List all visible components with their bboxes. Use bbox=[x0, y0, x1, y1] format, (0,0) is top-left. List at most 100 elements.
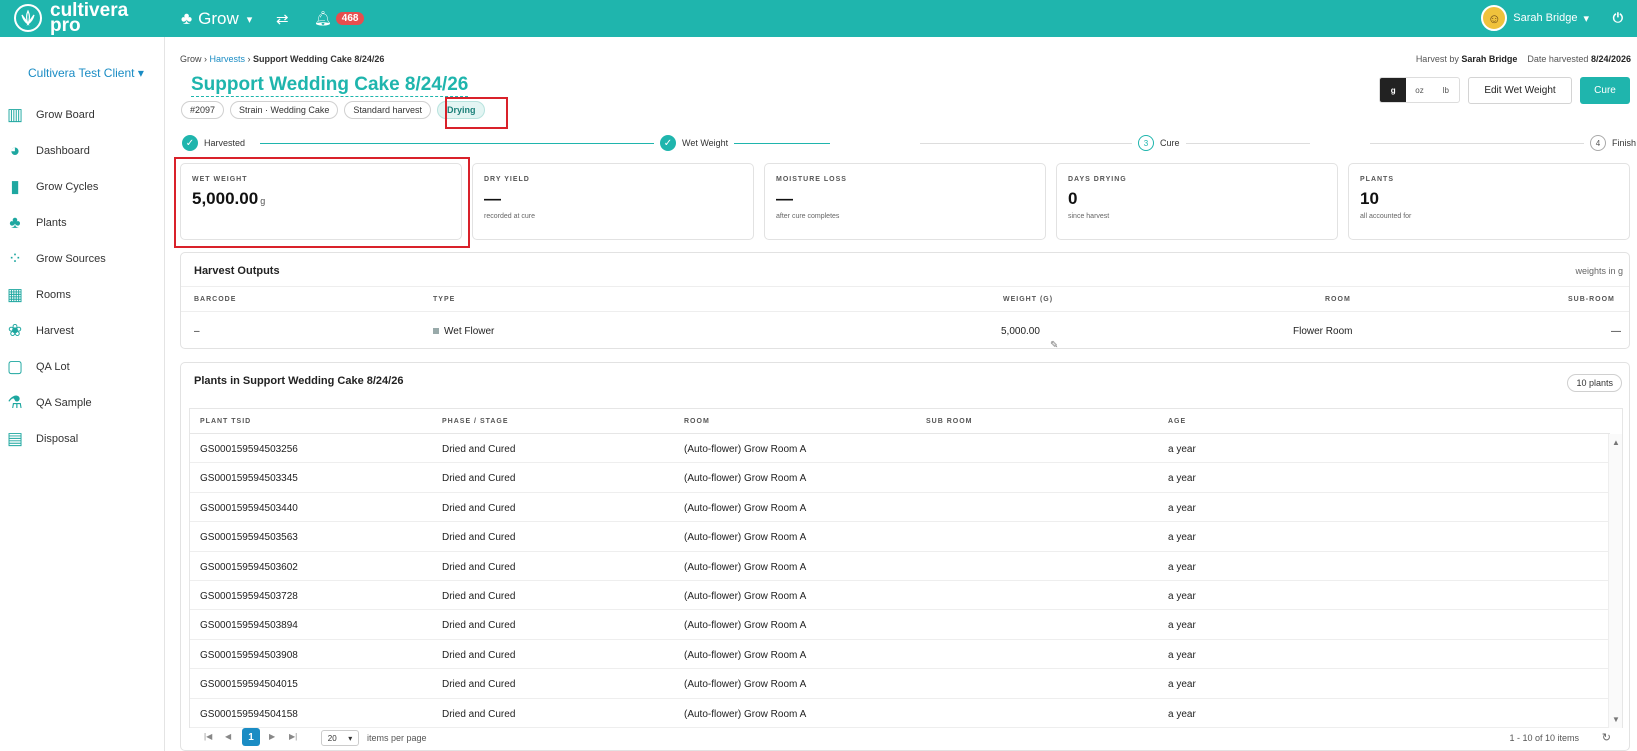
breadcrumb-harvests[interactable]: Harvests bbox=[210, 54, 246, 64]
harvest-id-tag: #2097 bbox=[181, 101, 225, 119]
cell-phase: Dried and Cured bbox=[442, 590, 516, 602]
table-row[interactable]: GS000159594503440 Dried and Cured (Auto-fl… bbox=[190, 493, 1610, 523]
bell-icon: 🔔︎ bbox=[314, 10, 332, 26]
unit-lb[interactable]: lb bbox=[1433, 78, 1459, 102]
table-row[interactable]: GS000159594503894 Dried and Cured (Auto-fl… bbox=[190, 610, 1610, 640]
user-menu[interactable]: ☺ Sarah Bridge ▾ bbox=[1481, 5, 1589, 31]
sidebar-item-label: Grow Board bbox=[36, 109, 95, 121]
cell-phase: Dried and Cured bbox=[442, 649, 516, 661]
step-connector bbox=[1370, 143, 1600, 144]
flask-icon: ⚗ bbox=[7, 393, 23, 412]
prev-page-icon[interactable]: ◀ bbox=[225, 732, 231, 741]
cell-tsid: GS000159594504015 bbox=[200, 679, 298, 691]
harvest-outputs-panel: Harvest Outputs weights in g BARCODE TYP… bbox=[180, 252, 1630, 351]
unit-oz[interactable]: oz bbox=[1406, 78, 1432, 102]
table-row[interactable]: GS000159594503563 Dried and Cured (Auto-fl… bbox=[190, 522, 1610, 552]
table-row[interactable]: GS000159594503602 Dried and Cured (Auto-fl… bbox=[190, 552, 1610, 581]
cell-age: a year bbox=[1168, 502, 1196, 514]
table-row[interactable]: GS000159594503728 Dried and Cured (Auto-fl… bbox=[190, 581, 1610, 611]
sidebar: Cultivera Test Client ▾ ▥ Grow Board ◕ Dash… bbox=[0, 37, 165, 751]
plants-card: PLANTS 10 all accounted for bbox=[1348, 163, 1630, 240]
cell-phase: Dried and Cured bbox=[442, 708, 516, 720]
cell-room: (Auto-flower) Grow Room A bbox=[684, 708, 807, 720]
cell-phase: Dried and Cured bbox=[442, 502, 516, 514]
grow-menu[interactable]: ♣ Grow ▾ bbox=[181, 9, 252, 29]
scroll-down-icon[interactable]: ▼ bbox=[1612, 715, 1620, 724]
sidebar-item-qa-sample[interactable]: ⚗ QA Sample bbox=[0, 385, 165, 421]
tag-list: #2097 Strain · Wedding Cake Standard har… bbox=[181, 101, 486, 119]
swap-icon[interactable]: ⇄ bbox=[276, 10, 289, 28]
table-row[interactable]: – Wet Flower 5,000.00 ✎ Flower Room — bbox=[181, 312, 1629, 351]
check-icon: ✓ bbox=[182, 135, 198, 151]
breadcrumb-grow[interactable]: Grow bbox=[180, 54, 202, 64]
notification-count: 468 bbox=[335, 12, 365, 25]
dry-yield-card: DRY YIELD — recorded at cure bbox=[472, 163, 754, 240]
last-page-icon[interactable]: ▶| bbox=[289, 732, 297, 741]
sidebar-item-label: Disposal bbox=[36, 433, 79, 445]
table-body: GS000159594503256 Dried and Cured (Auto-fl… bbox=[190, 434, 1610, 728]
cell-age: a year bbox=[1168, 620, 1196, 632]
power-icon[interactable]: ⏻ bbox=[1613, 10, 1623, 26]
breadcrumb-current: Support Wedding Cake 8/24/26 bbox=[253, 54, 385, 64]
step-cure: 3 Cure bbox=[1132, 135, 1186, 151]
refresh-icon[interactable]: ↻ bbox=[1602, 731, 1611, 744]
sidebar-item-harvest[interactable]: ❀ Harvest bbox=[0, 313, 165, 349]
cell-tsid: GS000159594503345 bbox=[200, 473, 298, 485]
cell-room: (Auto-flower) Grow Room A bbox=[684, 532, 807, 544]
cell-age: a year bbox=[1168, 679, 1196, 691]
strain-tag: Strain · Wedding Cake bbox=[230, 101, 339, 119]
table-row[interactable]: GS000159594504015 Dried and Cured (Auto-fl… bbox=[190, 669, 1610, 699]
sidebar-item-rooms[interactable]: ▦ Rooms bbox=[0, 277, 165, 313]
step-connector bbox=[260, 143, 830, 144]
next-page-icon[interactable]: ▶ bbox=[269, 732, 275, 741]
client-selector[interactable]: Cultivera Test Client ▾ bbox=[28, 66, 144, 80]
sidebar-item-dashboard[interactable]: ◕ Dashboard bbox=[0, 133, 165, 169]
current-page-button[interactable]: 1 bbox=[242, 728, 260, 746]
notifications[interactable]: 🔔︎ 468 bbox=[314, 10, 365, 27]
sidebar-item-plants[interactable]: ♣ Plants bbox=[0, 205, 165, 241]
sidebar-item-grow-cycles[interactable]: ▮ Grow Cycles bbox=[0, 169, 165, 205]
sidebar-item-grow-board[interactable]: ▥ Grow Board bbox=[0, 97, 165, 133]
plants-count-badge: 10 plants bbox=[1567, 374, 1622, 392]
progress-stepper: ✓ Harvested ✓ Wet Weight 3 Cure 4 Finish bbox=[180, 135, 1637, 155]
cell-age: a year bbox=[1168, 444, 1196, 455]
unit-g[interactable]: g bbox=[1380, 78, 1407, 102]
chevron-down-icon: ▾ bbox=[1583, 12, 1589, 25]
top-bar: cultivera pro ♣ Grow ▾ ⇄ 🔔︎ 468 ☺ Sarah … bbox=[0, 0, 1637, 37]
cure-button[interactable]: Cure bbox=[1580, 77, 1630, 104]
chevron-down-icon: ▾ bbox=[348, 733, 353, 743]
table-header: PLANT TSID PHASE / STAGE ROOM SUB ROOM A… bbox=[190, 409, 1610, 434]
harvest-meta: Harvest by Sarah Bridge Date harvested 8… bbox=[1415, 54, 1631, 64]
cell-room: (Auto-flower) Grow Room A bbox=[684, 649, 807, 661]
table-row[interactable]: GS000159594503256 Dried and Cured (Auto-fl… bbox=[190, 434, 1610, 464]
page-title[interactable]: Support Wedding Cake 8/24/26 bbox=[191, 74, 469, 97]
edit-wet-weight-button[interactable]: Edit Wet Weight bbox=[1468, 77, 1572, 104]
pencil-icon[interactable]: ✎ bbox=[1050, 340, 1058, 351]
cell-tsid: GS000159594503908 bbox=[200, 649, 298, 661]
cell-room: (Auto-flower) Grow Room A bbox=[684, 444, 807, 455]
sidebar-item-qa-lot[interactable]: ▢ QA Lot bbox=[0, 349, 165, 385]
table-row[interactable]: GS000159594503345 Dried and Cured (Auto-fl… bbox=[190, 463, 1610, 493]
cell-room: (Auto-flower) Grow Room A bbox=[684, 590, 807, 602]
logo[interactable]: cultivera pro bbox=[14, 1, 128, 35]
cell-room: (Auto-flower) Grow Room A bbox=[684, 620, 807, 632]
sidebar-item-disposal[interactable]: ▤ Disposal bbox=[0, 421, 165, 457]
sidebar-item-label: QA Sample bbox=[36, 397, 92, 409]
table-row[interactable]: GS000159594504158 Dried and Cured (Auto-fl… bbox=[190, 699, 1610, 728]
first-page-icon[interactable]: |◀ bbox=[204, 732, 212, 741]
per-page-select[interactable]: 20 ▾ bbox=[321, 730, 359, 746]
scrollbar[interactable]: ▲ ▼ bbox=[1608, 434, 1622, 728]
sidebar-item-label: Plants bbox=[36, 217, 67, 229]
harvest-type-tag: Standard harvest bbox=[344, 101, 431, 119]
user-name: Sarah Bridge bbox=[1513, 12, 1578, 24]
section-title: Plants in Support Wedding Cake 8/24/26 bbox=[194, 375, 404, 387]
bar-chart-icon: ▮ bbox=[10, 177, 20, 196]
tree-icon: ♣ bbox=[181, 9, 193, 28]
harvest-date: 8/24/2026 bbox=[1590, 54, 1631, 64]
table-row[interactable]: GS000159594503908 Dried and Cured (Auto-fl… bbox=[190, 640, 1610, 670]
scroll-up-icon[interactable]: ▲ bbox=[1612, 438, 1620, 447]
sidebar-item-grow-sources[interactable]: ⁘ Grow Sources bbox=[0, 241, 165, 277]
section-title: Harvest Outputs bbox=[194, 265, 280, 277]
unit-toggle: g oz lb bbox=[1379, 77, 1460, 103]
seeds-icon: ⁘ bbox=[7, 249, 23, 268]
